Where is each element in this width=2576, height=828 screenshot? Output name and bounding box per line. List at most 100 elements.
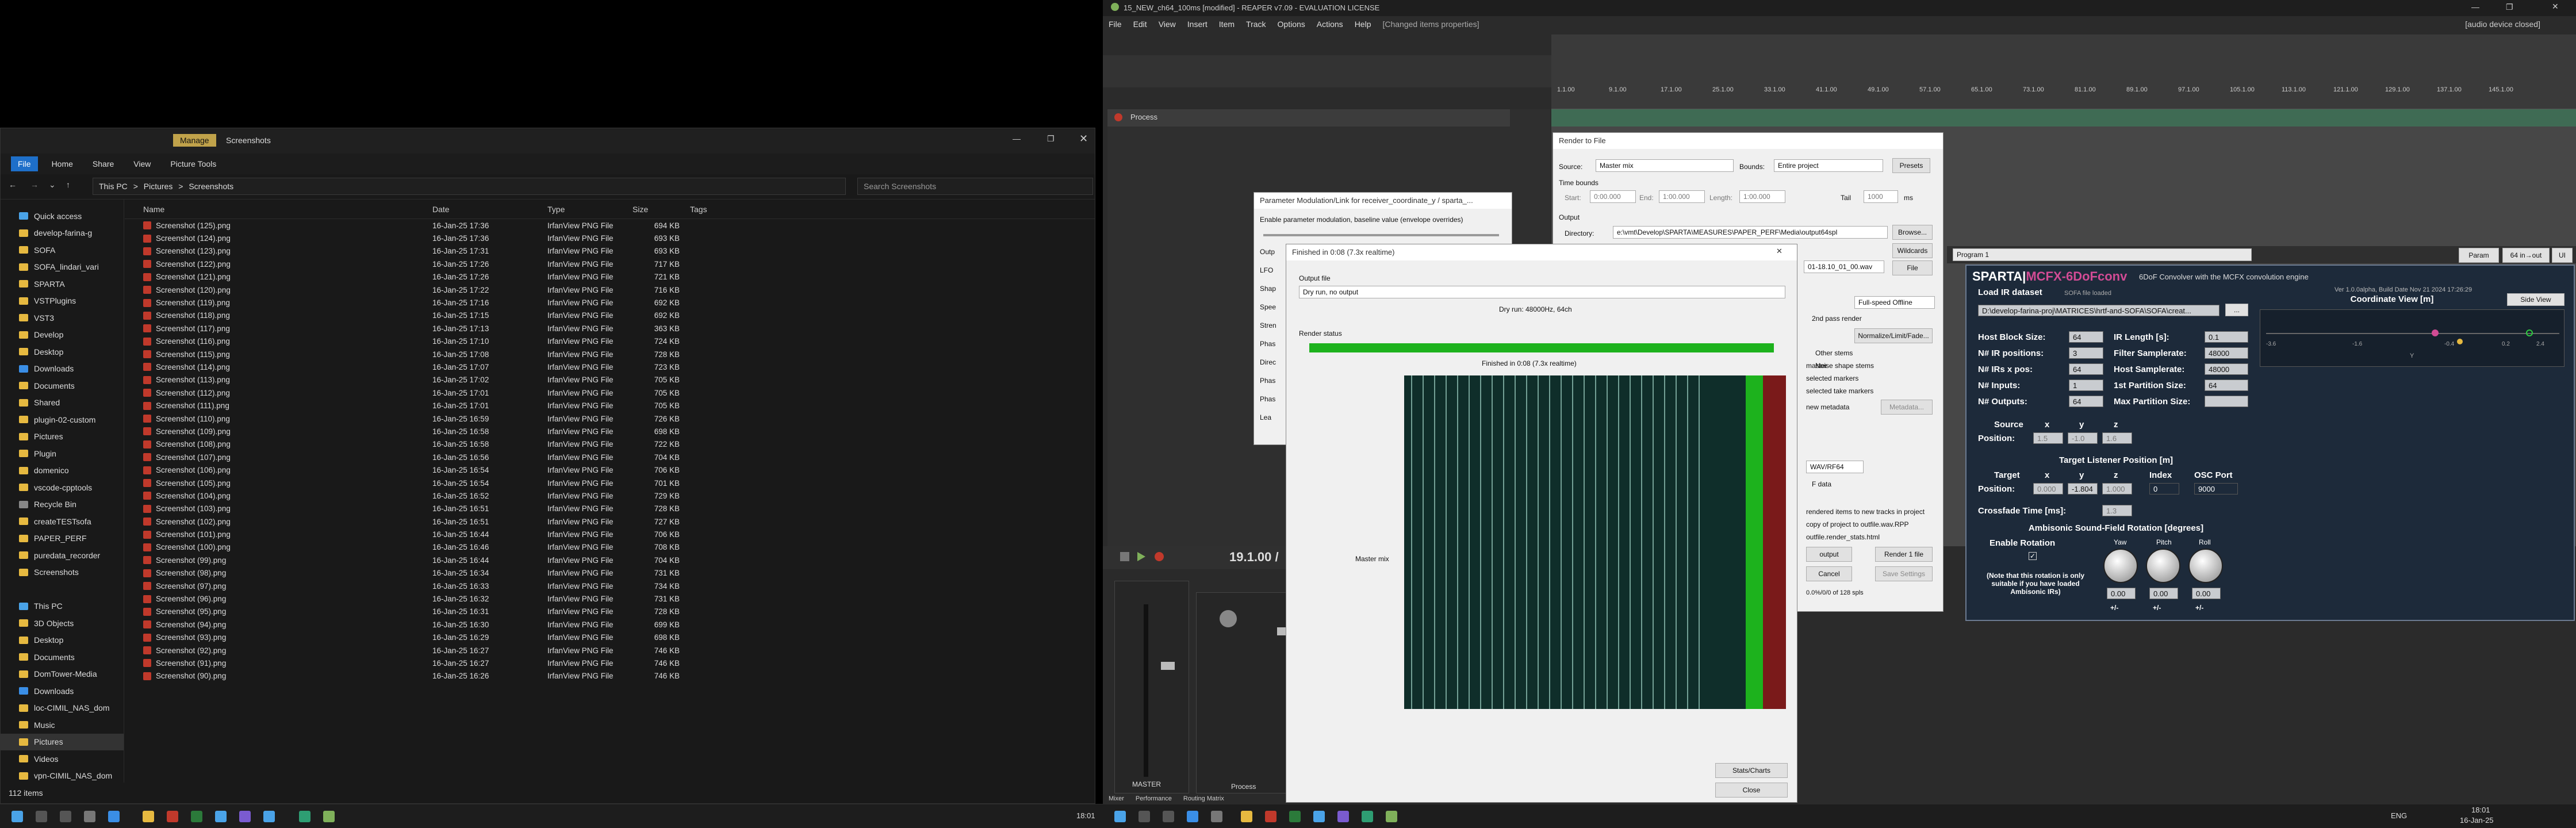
file-row[interactable]: Screenshot (92).png 16-Jan-25 16:27 IrfanV… [125,644,1095,657]
file-row[interactable]: Screenshot (100).png 16-Jan-25 16:46 Irfan… [125,541,1095,554]
roll-knob[interactable] [2188,549,2223,583]
data-checkbox[interactable]: F data [1812,480,1831,488]
breadcrumb-screenshots[interactable]: Screenshots [189,182,233,191]
nav-item[interactable]: loc-CIMIL_NAS_dom [1,700,124,717]
breadcrumb-this-pc[interactable]: This PC [99,182,128,191]
add-to-project-checkbox[interactable]: rendered items to new tracks in project [1806,508,1925,516]
file-row[interactable]: Screenshot (121).png 16-Jan-25 17:26 Irfan… [125,271,1095,283]
file-button[interactable]: File [1892,260,1933,275]
up-icon[interactable]: ↑ [66,180,70,189]
record-icon[interactable] [1155,552,1164,561]
nav-item[interactable]: Recycle Bin [1,496,124,513]
file-row[interactable]: Screenshot (119).png 16-Jan-25 17:16 Irfan… [125,296,1095,309]
stats-charts-button[interactable]: Stats/Charts [1715,763,1788,778]
bounds-select[interactable]: Entire project [1774,159,1883,172]
menu-insert[interactable]: Insert [1187,20,1208,29]
search-icon[interactable] [1138,811,1150,822]
play-icon[interactable] [1137,552,1145,561]
nav-item[interactable]: vscode-cpptools [1,479,124,496]
file-row[interactable]: Screenshot (93).png 16-Jan-25 16:29 IrfanV… [125,631,1095,644]
cancel-button[interactable]: Cancel [1806,566,1852,581]
yaw-flip[interactable]: +/- [2110,604,2118,612]
nav-item[interactable]: domenico [1,462,124,480]
take-markers-checkbox[interactable]: selected take markers [1806,387,1873,395]
reaper-icon[interactable] [1386,811,1397,822]
nav-item[interactable]: DomTower-Media [1,666,124,683]
file-explorer-icon[interactable] [143,811,154,822]
source-y[interactable]: -1.0 [2068,432,2098,444]
render-button[interactable]: Render 1 file [1875,547,1933,562]
maximize-icon[interactable]: ❐ [1047,134,1055,144]
tail-checkbox[interactable]: Tail [1841,194,1851,202]
file-row[interactable]: Screenshot (94).png 16-Jan-25 16:30 IrfanV… [125,618,1095,631]
column-size[interactable]: Size [632,205,690,214]
nav-item[interactable]: This PC [1,598,124,615]
target-z[interactable]: 1.000 [2102,483,2132,494]
menu-item[interactable]: Item [1219,20,1235,29]
end-field[interactable]: 1:00.000 [1659,190,1705,203]
file-row[interactable]: Screenshot (110).png 16-Jan-25 16:59 Irfan… [125,412,1095,425]
nav-item[interactable]: develop-farina-g [1,225,124,242]
target-y[interactable]: -1.804 [2068,483,2098,494]
pan-knob[interactable] [1220,610,1237,627]
stats-file-checkbox[interactable]: outfile.render_stats.html [1806,533,1880,541]
timeline-ruler[interactable]: 1.1.00 9.1.00 17.1.00 25.1.00 33.1.00 41.1.00… [1551,34,2576,109]
ribbon-share[interactable]: Share [93,159,114,168]
file-row[interactable]: Screenshot (117).png 16-Jan-25 17:13 Irfan… [125,322,1095,335]
chrome-icon[interactable] [1289,811,1301,822]
pitch-value[interactable]: 0.00 [2149,588,2178,599]
column-date[interactable]: Date [432,205,547,214]
close-icon[interactable]: ✕ [2552,2,2559,12]
file-row[interactable]: Screenshot (103).png 16-Jan-25 16:51 Irfan… [125,503,1095,515]
close-icon[interactable]: ✕ [1079,133,1088,145]
nav-item[interactable]: Desktop [1,632,124,649]
nav-item[interactable]: plugin-02-custom [1,411,124,428]
nav-item[interactable]: Desktop [1,343,124,361]
file-row[interactable]: Screenshot (97).png 16-Jan-25 16:33 IrfanV… [125,580,1095,592]
file-row[interactable]: Screenshot (102).png 16-Jan-25 16:51 Irfan… [125,515,1095,528]
start-icon[interactable] [1114,811,1126,822]
app-icon[interactable] [1362,811,1373,822]
minimize-icon[interactable]: — [1013,134,1021,143]
app-icon[interactable] [84,811,95,822]
nav-item[interactable]: SOFA_lindari_vari [1,259,124,276]
breadcrumb-pictures[interactable]: Pictures [144,182,173,191]
markers-checkbox[interactable]: selected markers [1806,374,1858,382]
normalize-button[interactable]: Normalize/Limit/Fade... [1854,328,1933,343]
gmail-icon[interactable] [1265,811,1276,822]
file-row[interactable]: Screenshot (104).png 16-Jan-25 16:52 Irfan… [125,489,1095,502]
nav-item[interactable]: PAPER_PERF [1,530,124,547]
file-row[interactable]: Screenshot (95).png 16-Jan-25 16:31 IrfanV… [125,605,1095,618]
nav-item[interactable]: Screenshots [1,564,124,581]
search-icon[interactable] [36,811,47,822]
ribbon-view[interactable]: View [133,159,151,168]
output-button[interactable]: output [1806,547,1852,562]
column-name[interactable]: Name [125,205,432,214]
nav-item[interactable]: Develop [1,327,124,344]
metadata-button[interactable]: Metadata... [1881,400,1933,415]
fader-knob[interactable] [1161,662,1175,670]
task-view-icon[interactable] [60,811,71,822]
nav-item[interactable]: Downloads [1,361,124,378]
menu-track[interactable]: Track [1246,20,1266,29]
nav-item[interactable]: Pictures [1,733,124,750]
nav-item[interactable]: Documents [1,377,124,394]
file-row[interactable]: Screenshot (115).png 16-Jan-25 17:08 Irfan… [125,348,1095,361]
nav-item[interactable]: Videos [1,750,124,768]
listener-marker[interactable] [2457,339,2463,344]
preset-select[interactable]: Program 1 [1953,248,2252,261]
file-row[interactable]: Screenshot (98).png 16-Jan-25 16:34 IrfanV… [125,567,1095,580]
nav-item[interactable]: VST3 [1,309,124,327]
roll-flip[interactable]: +/- [2195,604,2203,612]
param-button[interactable]: Param [2459,248,2499,263]
render-speed-select[interactable]: Full-speed Offline [1854,296,1935,309]
nav-item[interactable]: puredata_recorder [1,547,124,564]
nav-item[interactable]: Plugin [1,445,124,462]
directory-field[interactable]: e:\vmt\Develop\SPARTA\MEASURES\PAPER_PER… [1613,226,1888,239]
presets-button[interactable]: Presets [1892,158,1930,173]
nav-item[interactable]: Pictures [1,428,124,446]
file-row[interactable]: Screenshot (109).png 16-Jan-25 16:58 Irfan… [125,425,1095,438]
file-row[interactable]: Screenshot (124).png 16-Jan-25 17:36 Irfan… [125,232,1095,244]
tail-field[interactable]: 1000 [1864,190,1898,203]
second-pass-checkbox[interactable]: 2nd pass render [1812,315,1862,323]
